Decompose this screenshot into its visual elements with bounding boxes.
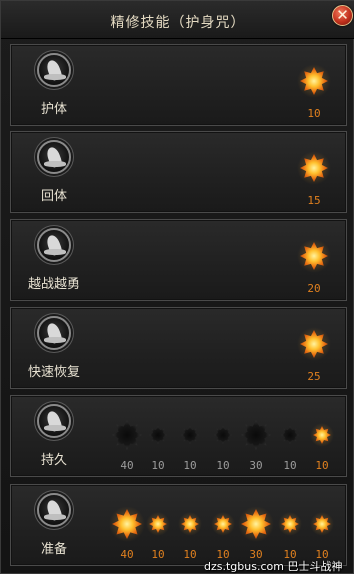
star-lit-icon	[181, 515, 199, 533]
star-lit-icon	[313, 426, 331, 444]
upgrade-star[interactable]	[297, 327, 331, 361]
skill-row[interactable]: 持久 40 10 10 10 30 10 10	[10, 395, 347, 477]
upgrade-star[interactable]	[310, 512, 334, 536]
upgrade-star[interactable]	[297, 64, 331, 98]
star-locked-icon	[241, 420, 271, 450]
upgrade-star[interactable]	[278, 512, 302, 536]
star-cost: 25	[307, 370, 321, 383]
star-cost: 10	[151, 459, 165, 472]
skill-name: 回体	[40, 189, 67, 204]
skill-name: 持久	[40, 453, 67, 468]
star-cost: 10	[216, 459, 230, 472]
skill-emblem-icon[interactable]	[37, 140, 71, 174]
star-lit-icon	[300, 242, 328, 270]
upgrade-star[interactable]	[146, 512, 170, 536]
star-locked-icon	[181, 426, 199, 444]
star-cost: 10	[183, 548, 197, 561]
close-button[interactable]: ✕	[332, 5, 353, 26]
star-locked-icon	[149, 426, 167, 444]
upgrade-star[interactable]	[214, 426, 232, 444]
star-cost: 10	[315, 459, 329, 472]
star-lit-icon	[300, 154, 328, 182]
skill-refine-window: 精修技能（护身咒） ✕ 护体 10 回体 15 越战越勇 20 快速恢复 25 持久 40 10 10…	[0, 0, 354, 574]
star-lit-icon	[300, 330, 328, 358]
star-lit-icon	[149, 515, 167, 533]
upgrade-star[interactable]	[109, 506, 145, 542]
star-locked-icon	[214, 426, 232, 444]
skill-row[interactable]: 准备 40 10 10 10 30 10 10	[10, 484, 347, 566]
upgrade-star[interactable]	[238, 506, 274, 542]
skill-name: 越战越勇	[27, 277, 80, 292]
star-cost: 10	[183, 459, 197, 472]
star-cost: 15	[307, 194, 321, 207]
star-cost: 10	[307, 107, 321, 120]
star-locked-icon	[112, 420, 142, 450]
skill-name: 护体	[40, 102, 67, 117]
skill-emblem-icon[interactable]	[37, 228, 71, 262]
upgrade-star[interactable]	[297, 151, 331, 185]
watermark: dzs.tgbus.com 巴士斗战神	[204, 560, 343, 573]
star-cost: 20	[307, 282, 321, 295]
upgrade-star[interactable]	[211, 512, 235, 536]
upgrade-star[interactable]	[310, 423, 334, 447]
star-cost: 10	[151, 548, 165, 561]
upgrade-star[interactable]	[241, 420, 271, 450]
close-icon: ✕	[336, 6, 349, 24]
star-cost: 10	[283, 459, 297, 472]
star-locked-icon	[281, 426, 299, 444]
upgrade-star[interactable]	[181, 426, 199, 444]
skill-row[interactable]: 护体 10	[10, 44, 347, 126]
star-cost: 40	[120, 459, 134, 472]
window-title: 精修技能（护身咒）	[110, 15, 246, 31]
star-cost: 40	[120, 548, 134, 561]
skill-emblem-icon[interactable]	[37, 53, 71, 87]
skill-emblem-icon[interactable]	[37, 493, 71, 527]
window-titlebar: 精修技能（护身咒） ✕	[1, 1, 354, 39]
upgrade-star[interactable]	[112, 420, 142, 450]
skill-name: 准备	[40, 542, 67, 557]
star-cost: 30	[249, 459, 263, 472]
star-lit-icon	[281, 515, 299, 533]
skill-name: 快速恢复	[27, 365, 80, 380]
star-lit-icon	[214, 515, 232, 533]
star-lit-icon	[241, 509, 271, 539]
skill-row[interactable]: 回体 15	[10, 131, 347, 213]
upgrade-star[interactable]	[149, 426, 167, 444]
skill-emblem-icon[interactable]	[37, 316, 71, 350]
upgrade-star[interactable]	[178, 512, 202, 536]
star-lit-icon	[112, 509, 142, 539]
skill-emblem-icon[interactable]	[37, 404, 71, 438]
skill-row[interactable]: 快速恢复 25	[10, 307, 347, 389]
upgrade-star[interactable]	[281, 426, 299, 444]
star-lit-icon	[300, 67, 328, 95]
skill-row[interactable]: 越战越勇 20	[10, 219, 347, 301]
upgrade-star[interactable]	[297, 239, 331, 273]
star-lit-icon	[313, 515, 331, 533]
